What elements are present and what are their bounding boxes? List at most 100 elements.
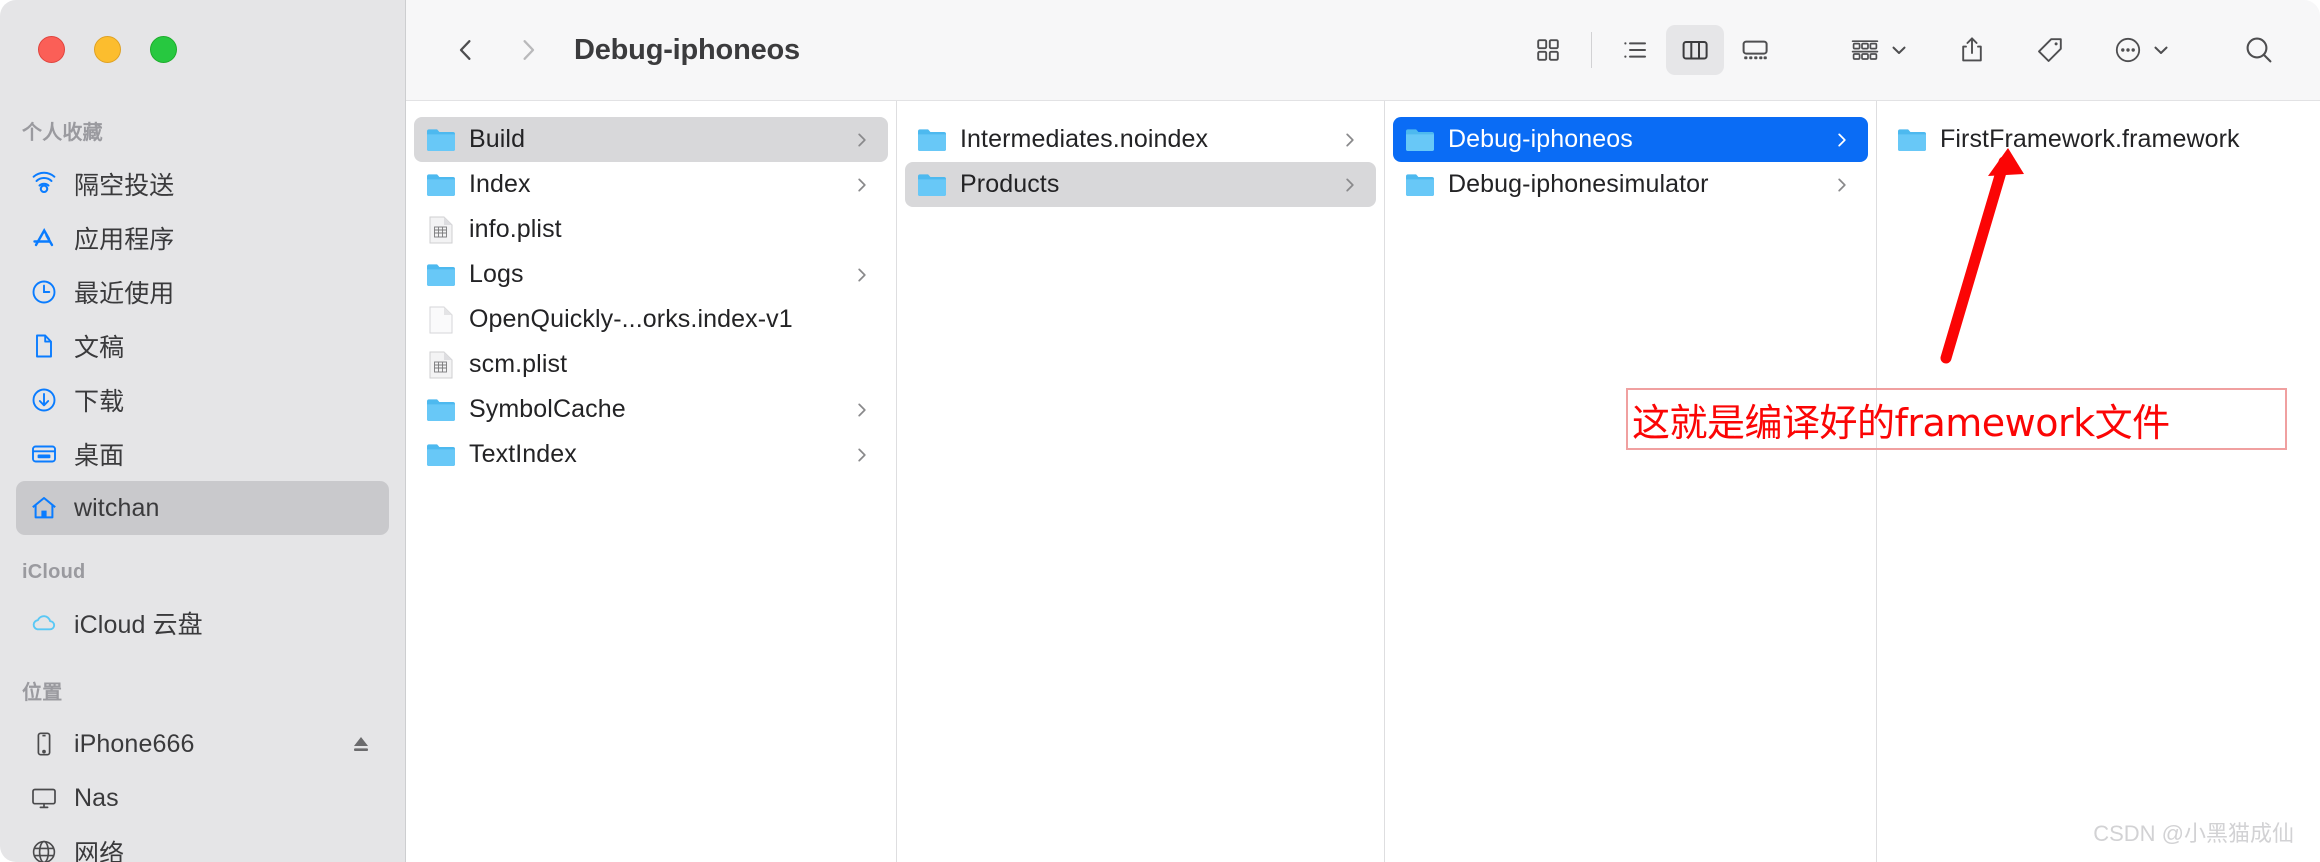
toolbar-right-controls bbox=[1519, 25, 2320, 75]
sidebar-item-desktop[interactable]: 桌面 bbox=[16, 427, 389, 481]
documents-icon bbox=[26, 328, 62, 364]
sidebar-item-icloud-drive[interactable]: iCloud 云盘 bbox=[16, 596, 389, 650]
chevron-right-icon bbox=[852, 175, 872, 195]
chevron-right-icon bbox=[1340, 175, 1360, 195]
group-by-button[interactable] bbox=[1842, 25, 1916, 75]
column-1: Build Index info.plist bbox=[406, 101, 897, 862]
sidebar-item-iphone666[interactable]: iPhone666 bbox=[16, 717, 389, 771]
forward-button[interactable] bbox=[504, 26, 552, 74]
list-item-label: Products bbox=[960, 170, 1059, 199]
list-item[interactable]: scm.plist bbox=[414, 342, 888, 387]
page-title: Debug-iphoneos bbox=[574, 34, 800, 67]
callout-box: 这就是编译好的framework文件 bbox=[1626, 388, 2287, 450]
minimize-window-button[interactable] bbox=[94, 36, 121, 63]
list-item-label: Debug-iphonesimulator bbox=[1448, 170, 1709, 199]
plist-file-icon bbox=[426, 350, 456, 380]
sidebar-item-label: 隔空投送 bbox=[74, 166, 174, 202]
folder-icon bbox=[426, 440, 456, 470]
sidebar-item-label: 最近使用 bbox=[74, 274, 174, 310]
sidebar-item-label: 下载 bbox=[74, 382, 124, 418]
folder-icon bbox=[1405, 170, 1435, 200]
home-icon bbox=[26, 490, 62, 526]
column-view-button[interactable] bbox=[1666, 25, 1724, 75]
desktop-icon bbox=[26, 436, 62, 472]
list-item[interactable]: Debug-iphonesimulator bbox=[1393, 162, 1868, 207]
network-globe-icon bbox=[26, 834, 62, 862]
list-item[interactable]: Index bbox=[414, 162, 888, 207]
applications-icon bbox=[26, 220, 62, 256]
display-icon bbox=[26, 780, 62, 816]
sidebar-item-recents[interactable]: 最近使用 bbox=[16, 265, 389, 319]
list-item[interactable]: Logs bbox=[414, 252, 888, 297]
search-button[interactable] bbox=[2236, 25, 2282, 75]
folder-icon bbox=[917, 125, 947, 155]
sidebar-item-documents[interactable]: 文稿 bbox=[16, 319, 389, 373]
sidebar-item-label: 网络 bbox=[74, 834, 124, 862]
list-item[interactable]: Build bbox=[414, 117, 888, 162]
sidebar-item-label: iCloud 云盘 bbox=[74, 605, 203, 641]
recents-clock-icon bbox=[26, 274, 62, 310]
folder-icon bbox=[426, 395, 456, 425]
list-item[interactable]: Products bbox=[905, 162, 1376, 207]
sidebar-item-label: Nas bbox=[74, 784, 119, 813]
list-item-label: Index bbox=[469, 170, 531, 199]
callout-text: 这就是编译好的framework文件 bbox=[1632, 392, 2170, 447]
sidebar-item-applications[interactable]: 应用程序 bbox=[16, 211, 389, 265]
maximize-window-button[interactable] bbox=[150, 36, 177, 63]
list-item[interactable]: SymbolCache bbox=[414, 387, 888, 432]
list-item-label: TextIndex bbox=[469, 440, 577, 469]
folder-icon bbox=[1405, 125, 1435, 155]
plist-file-icon bbox=[426, 215, 456, 245]
sidebar-item-label: 文稿 bbox=[74, 328, 124, 364]
chevron-right-icon bbox=[852, 130, 872, 150]
icon-view-button[interactable] bbox=[1519, 25, 1577, 75]
list-item[interactable]: OpenQuickly-...orks.index-v1 bbox=[414, 297, 888, 342]
list-item-label: Debug-iphoneos bbox=[1448, 125, 1633, 154]
document-file-icon bbox=[426, 305, 456, 335]
sidebar-spacer bbox=[0, 650, 405, 676]
folder-icon bbox=[917, 170, 947, 200]
sidebar-item-downloads[interactable]: 下载 bbox=[16, 373, 389, 427]
sidebar-item-network[interactable]: 网络 bbox=[16, 825, 389, 862]
chevron-right-icon bbox=[852, 445, 872, 465]
list-view-button[interactable] bbox=[1606, 25, 1664, 75]
finder-window: 个人收藏 隔空投送 应用程序 bbox=[0, 0, 2320, 862]
list-item[interactable]: Intermediates.noindex bbox=[905, 117, 1376, 162]
chevron-right-icon bbox=[852, 400, 872, 420]
list-item-label: OpenQuickly-...orks.index-v1 bbox=[469, 305, 793, 334]
toolbar-divider bbox=[1591, 32, 1592, 68]
list-item-label: Intermediates.noindex bbox=[960, 125, 1208, 154]
navigation-buttons bbox=[442, 26, 552, 74]
list-item[interactable]: TextIndex bbox=[414, 432, 888, 477]
chevron-right-icon bbox=[1340, 130, 1360, 150]
back-button[interactable] bbox=[442, 26, 490, 74]
list-item[interactable]: Debug-iphoneos bbox=[1393, 117, 1868, 162]
sidebar-section-title-favorites: 个人收藏 bbox=[0, 116, 405, 157]
sidebar-item-label: 应用程序 bbox=[74, 220, 174, 256]
sidebar-item-label: iPhone666 bbox=[74, 730, 194, 759]
chevron-down-icon bbox=[2150, 39, 2172, 61]
folder-icon bbox=[426, 260, 456, 290]
downloads-icon bbox=[26, 382, 62, 418]
sidebar-item-label: 桌面 bbox=[74, 436, 124, 472]
gallery-view-button[interactable] bbox=[1726, 25, 1784, 75]
list-item-label: SymbolCache bbox=[469, 395, 626, 424]
share-button[interactable] bbox=[1950, 25, 1994, 75]
close-window-button[interactable] bbox=[38, 36, 65, 63]
more-options-button[interactable] bbox=[2106, 25, 2178, 75]
sidebar-item-airdrop[interactable]: 隔空投送 bbox=[16, 157, 389, 211]
toolbar: Debug-iphoneos bbox=[406, 0, 2320, 101]
sidebar-section-title-locations: 位置 bbox=[0, 676, 405, 717]
chevron-right-icon bbox=[1832, 130, 1852, 150]
traffic-lights bbox=[38, 36, 177, 63]
list-item-label: scm.plist bbox=[469, 350, 567, 379]
sidebar-item-nas[interactable]: Nas bbox=[16, 771, 389, 825]
list-item[interactable]: info.plist bbox=[414, 207, 888, 252]
sidebar-item-home-witchan[interactable]: witchan bbox=[16, 481, 389, 535]
tag-button[interactable] bbox=[2028, 25, 2072, 75]
list-item-label: Logs bbox=[469, 260, 524, 289]
eject-icon[interactable] bbox=[349, 732, 373, 756]
list-item-label: info.plist bbox=[469, 215, 562, 244]
list-item[interactable]: FirstFramework.framework bbox=[1885, 117, 2312, 162]
icloud-drive-icon bbox=[26, 605, 62, 641]
